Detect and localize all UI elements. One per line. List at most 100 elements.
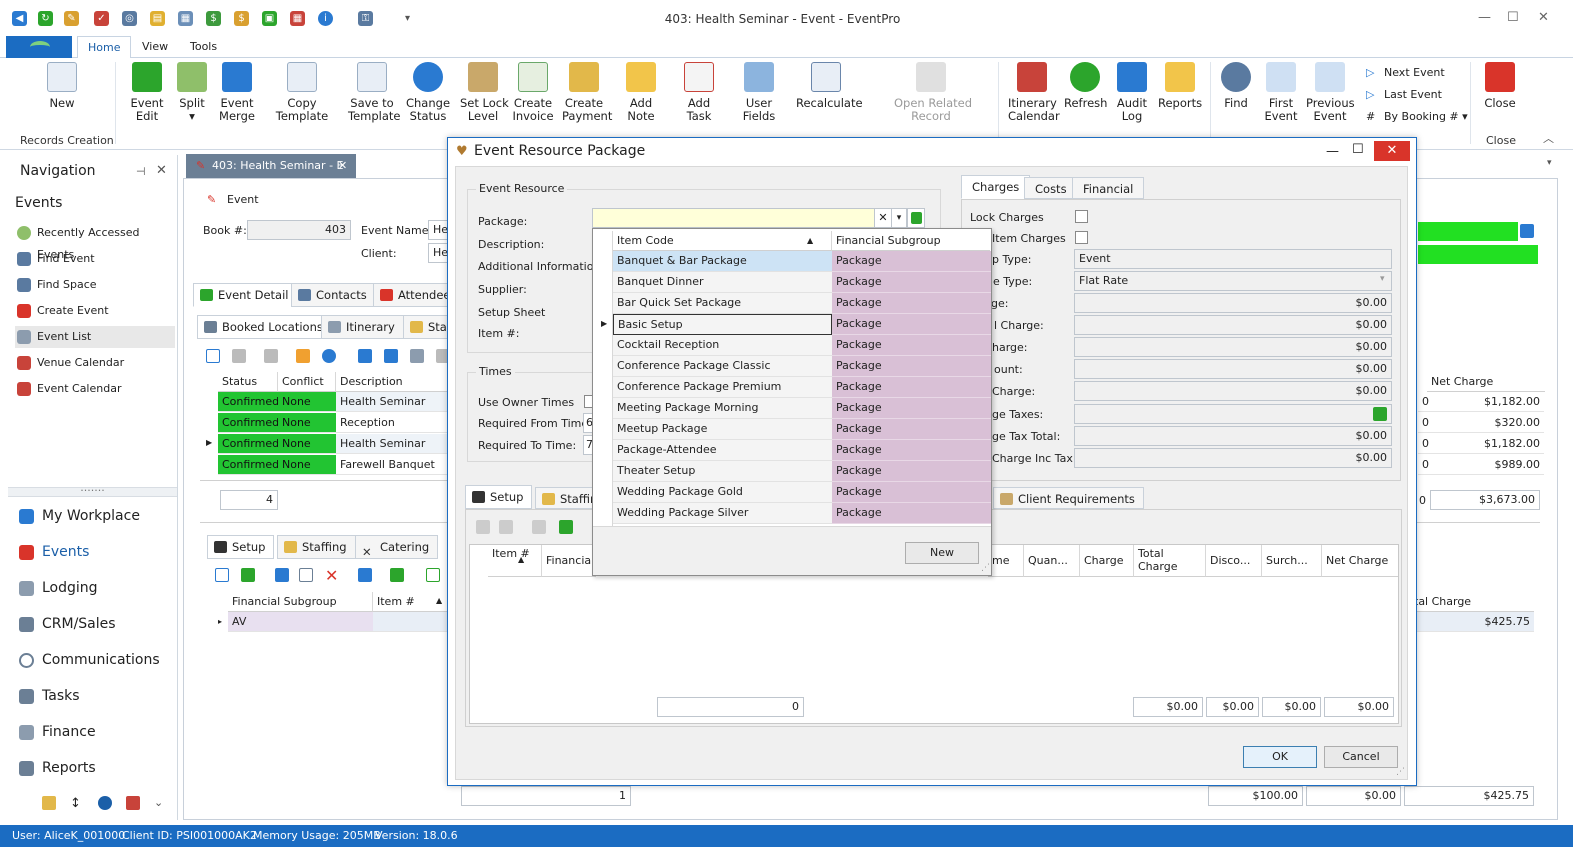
package-option[interactable]: Conference Package Classic Package bbox=[613, 356, 991, 377]
header-net-charge[interactable]: Net Charge bbox=[1427, 372, 1545, 392]
conflict-badge[interactable]: None bbox=[278, 413, 336, 433]
dialog-close-button[interactable]: ✕ bbox=[1374, 141, 1410, 161]
header-item-code[interactable]: Item Code bbox=[613, 231, 832, 251]
chevron-down-icon[interactable]: ▾ bbox=[1380, 274, 1385, 284]
nav-event-calendar[interactable]: Event Calendar bbox=[15, 378, 175, 400]
lodging-small-icon[interactable] bbox=[42, 796, 56, 810]
recalculate-button[interactable]: Recalculate bbox=[796, 62, 863, 110]
new-button[interactable]: New bbox=[40, 62, 84, 110]
header-financial-subgroup[interactable]: Financial S bbox=[542, 545, 596, 577]
edit-row-icon[interactable] bbox=[476, 520, 490, 534]
more-icon[interactable]: ⌄ bbox=[154, 796, 168, 810]
pin-icon[interactable]: ⊣ bbox=[136, 165, 146, 178]
last-event-button[interactable]: ▷ Last Event bbox=[1366, 88, 1442, 101]
add-note-button[interactable]: Add Note bbox=[615, 62, 667, 123]
save-template-button[interactable]: Save to Template bbox=[348, 62, 400, 123]
header-financial-subgroup[interactable]: Financial Subgroup bbox=[228, 592, 373, 612]
tab-view[interactable]: View bbox=[142, 40, 168, 53]
lookup-icon[interactable] bbox=[1520, 224, 1534, 238]
minimize-icon[interactable]: — bbox=[1478, 10, 1491, 25]
clear-icon[interactable]: ✕ bbox=[874, 208, 892, 228]
next-event-button[interactable]: ▷ Next Event bbox=[1366, 66, 1445, 79]
copy-icon[interactable] bbox=[232, 349, 246, 363]
copy-items-icon[interactable] bbox=[559, 520, 573, 534]
find-button[interactable]: Find bbox=[1220, 62, 1252, 110]
open-related-button[interactable]: Open Related Record bbox=[894, 62, 972, 123]
copy-template-button[interactable]: Copy Template bbox=[264, 62, 340, 123]
audit-log-button[interactable]: Audit Log bbox=[1114, 62, 1150, 123]
package-option[interactable]: Basic Setup Package bbox=[613, 314, 991, 335]
surcharge-field[interactable]: $0.00 bbox=[1074, 337, 1392, 357]
header-surcharge[interactable]: Surch... bbox=[1262, 545, 1322, 577]
status-badge[interactable]: Confirmed bbox=[218, 392, 279, 412]
save-icon[interactable] bbox=[264, 349, 278, 363]
package-option[interactable]: Meeting Package Morning Package bbox=[613, 398, 991, 419]
tab-catering[interactable]: ✕ Catering bbox=[355, 535, 439, 559]
dialog-tab-staffing[interactable]: Staffin bbox=[535, 487, 595, 509]
nav-find-space[interactable]: Find Space bbox=[15, 274, 175, 296]
net-charge-cell[interactable]: $1,182.00 bbox=[1428, 434, 1544, 454]
tab-tools[interactable]: Tools bbox=[190, 40, 217, 53]
close-tab-icon[interactable]: ✕ bbox=[338, 154, 347, 178]
header-financial-subgroup[interactable]: Financial Subgroup bbox=[832, 231, 990, 251]
package-option[interactable]: Conference Package Premium Package bbox=[613, 377, 991, 398]
copy-items-icon[interactable] bbox=[390, 568, 404, 582]
globe-icon[interactable] bbox=[98, 796, 112, 810]
header-description[interactable]: Description bbox=[336, 372, 450, 392]
file-menu-button[interactable] bbox=[6, 36, 72, 58]
header-name[interactable]: me bbox=[988, 545, 1024, 577]
new-row-icon[interactable] bbox=[206, 349, 220, 363]
header-total-charge[interactable]: Total Charge bbox=[1134, 545, 1206, 577]
first-event-button[interactable]: First Event bbox=[1262, 62, 1300, 123]
chart-icon[interactable] bbox=[126, 796, 140, 810]
total-charge-field[interactable]: $0.00 bbox=[1074, 315, 1392, 335]
charge-taxes-field[interactable] bbox=[1074, 404, 1392, 424]
collapse-ribbon-icon[interactable]: ︿ bbox=[1543, 130, 1554, 146]
event-merge-button[interactable]: Event Merge bbox=[216, 62, 258, 123]
maximize-icon[interactable]: ☐ bbox=[1507, 10, 1519, 25]
module-tasks[interactable]: Tasks bbox=[16, 684, 176, 708]
dialog-minimize-icon[interactable]: — bbox=[1326, 144, 1339, 159]
document-tab[interactable]: ✎ 403: Health Seminar - E ✕ bbox=[186, 154, 356, 178]
module-communications[interactable]: Communications bbox=[16, 648, 176, 672]
package-icon[interactable] bbox=[532, 520, 546, 534]
dialog-maximize-icon[interactable]: ☐ bbox=[1352, 142, 1364, 157]
package-icon[interactable] bbox=[358, 568, 372, 582]
module-my-workplace[interactable]: My Workplace bbox=[16, 504, 176, 528]
nav-event-list[interactable]: Event List bbox=[15, 326, 175, 348]
tab-staffing[interactable]: Staffing bbox=[277, 535, 356, 559]
tab-home[interactable]: Home bbox=[77, 36, 132, 59]
close-window-icon[interactable]: ✕ bbox=[1538, 10, 1549, 25]
package-option[interactable]: Wedding Package Gold Package bbox=[613, 482, 991, 503]
refresh-button[interactable]: Refresh bbox=[1064, 62, 1107, 110]
tab-attendee[interactable]: Attendee bbox=[373, 283, 451, 307]
header-total-charge[interactable]: tal Charge bbox=[1410, 592, 1534, 612]
nav-splitter[interactable]: ······· bbox=[8, 485, 177, 497]
module-crm-sales[interactable]: CRM/Sales bbox=[16, 612, 176, 636]
status-badge[interactable]: Confirmed bbox=[218, 455, 279, 475]
add-item-icon[interactable] bbox=[241, 568, 255, 582]
resize-grip-icon[interactable]: ⋰ bbox=[981, 563, 990, 573]
expand-row-icon[interactable]: ▸ bbox=[218, 617, 222, 626]
module-reports[interactable]: Reports bbox=[16, 756, 176, 780]
chevron-down-icon[interactable]: ▾ bbox=[891, 208, 907, 228]
description-cell[interactable]: Health Seminar bbox=[336, 434, 450, 454]
type-field[interactable]: Event bbox=[1074, 249, 1392, 269]
module-finance[interactable]: Finance bbox=[16, 720, 176, 744]
header-net-charge[interactable]: Net Charge bbox=[1322, 545, 1398, 577]
header-conflict[interactable]: Conflict bbox=[278, 372, 336, 392]
search-location-icon[interactable] bbox=[384, 349, 398, 363]
set-lock-level-button[interactable]: Set Lock Level bbox=[460, 62, 509, 123]
status-badge[interactable]: Confirmed bbox=[218, 413, 279, 433]
net-charge-cell[interactable]: $320.00 bbox=[1428, 413, 1544, 433]
info-icon[interactable] bbox=[322, 349, 336, 363]
cancel-button[interactable]: Cancel bbox=[1324, 746, 1398, 768]
package-option[interactable]: Bar Quick Set Package Package bbox=[613, 293, 991, 314]
split-button[interactable]: Split ▾ bbox=[174, 62, 210, 123]
edit-icon[interactable] bbox=[296, 349, 310, 363]
new-item-icon[interactable] bbox=[215, 568, 229, 582]
description-cell[interactable]: Health Seminar bbox=[336, 392, 450, 412]
charge-inc-tax-field[interactable]: $0.00 bbox=[1074, 448, 1392, 468]
header-charge[interactable]: Charge bbox=[1080, 545, 1134, 577]
close-button[interactable]: Close bbox=[1482, 62, 1518, 110]
